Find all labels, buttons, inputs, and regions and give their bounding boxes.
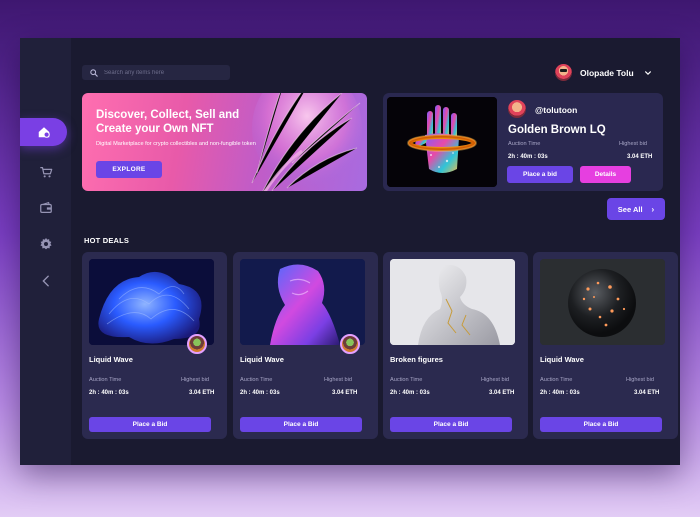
nft-name: Liquid Wave — [540, 355, 584, 364]
featured-title: Golden Brown LQ — [508, 124, 606, 136]
auction-time-label: Auction Time — [89, 377, 122, 383]
nft-name: Broken figures — [390, 355, 443, 364]
featured-nft-card: @tolutoon Golden Brown LQ Auction Time H… — [383, 93, 663, 191]
highest-bid-label: Highest bid — [619, 141, 647, 147]
auction-time-value: 2h : 40m : 03s — [390, 390, 430, 396]
nft-image — [390, 259, 515, 345]
gear-icon — [39, 237, 52, 250]
auction-time-value: 2h : 40m : 03s — [508, 154, 548, 160]
nft-card[interactable]: Liquid Wave Auction Time Highest bid 2h … — [233, 252, 378, 439]
explore-button[interactable]: EXPLORE — [96, 161, 162, 178]
auction-time-value: 2h : 40m : 03s — [540, 390, 580, 396]
user-name: Olopade Tolu — [580, 67, 634, 78]
auction-time-label: Auction Time — [540, 377, 573, 383]
highest-bid-value: 3.04 ETH — [189, 390, 215, 396]
nft-name: Liquid Wave — [240, 355, 284, 364]
wallet-icon — [39, 201, 52, 213]
highest-bid-label: Highest bid — [626, 377, 654, 383]
nft-image — [240, 259, 365, 345]
creator-handle: @tolutoon — [535, 105, 578, 115]
auction-time-value: 2h : 40m : 03s — [240, 390, 280, 396]
hot-deals-heading: HOT DEALS — [84, 236, 130, 245]
chevron-left-icon — [41, 275, 49, 287]
creator-avatar — [508, 100, 526, 118]
owner-avatar — [340, 334, 360, 354]
details-button[interactable]: Details — [580, 166, 631, 183]
sidebar-item-wallet[interactable] — [20, 194, 71, 222]
place-bid-button[interactable]: Place a Bid — [89, 417, 211, 432]
highest-bid-label: Highest bid — [181, 377, 209, 383]
see-all-label: See All — [617, 204, 643, 214]
place-bid-button[interactable]: Place a bid — [507, 166, 573, 183]
highest-bid-value: 3.04 ETH — [332, 390, 358, 396]
nft-card[interactable]: Liquid Wave Auction Time Highest bid 2h … — [533, 252, 678, 439]
see-all-button[interactable]: See All › — [607, 198, 665, 220]
sidebar-collapse-button[interactable] — [20, 267, 71, 295]
auction-time-label: Auction Time — [240, 377, 273, 383]
app-window: Olopade Tolu Discover, Collect, Sell and… — [20, 38, 680, 465]
chevron-down-icon — [644, 70, 651, 75]
auction-time-label: Auction Time — [390, 377, 423, 383]
chevron-right-icon: › — [651, 204, 655, 214]
home-icon — [38, 127, 50, 138]
highest-bid-value: 3.04 ETH — [627, 154, 653, 160]
sidebar-item-home[interactable] — [20, 118, 67, 146]
nft-image — [540, 259, 665, 345]
user-avatar — [555, 64, 572, 81]
auction-time-label: Auction Time — [508, 141, 541, 147]
nft-card[interactable]: Broken figures Auction Time Highest bid … — [383, 252, 528, 439]
featured-nft-image — [387, 97, 497, 187]
hero-banner: Discover, Collect, Sell and Create your … — [82, 93, 367, 191]
auction-time-value: 2h : 40m : 03s — [89, 390, 129, 396]
owner-avatar — [187, 334, 207, 354]
nft-card[interactable]: Liquid Wave Auction Time Highest bid 2h … — [82, 252, 227, 439]
nft-image — [89, 259, 214, 345]
sidebar-item-cart[interactable] — [20, 158, 71, 186]
search-bar — [82, 65, 230, 80]
hero-title: Discover, Collect, Sell and Create your … — [96, 109, 240, 135]
highest-bid-value: 3.04 ETH — [489, 390, 515, 396]
sidebar-item-settings[interactable] — [20, 230, 71, 258]
place-bid-button[interactable]: Place a Bid — [390, 417, 512, 432]
place-bid-button[interactable]: Place a Bid — [240, 417, 362, 432]
nft-name: Liquid Wave — [89, 355, 133, 364]
sidebar — [20, 38, 71, 465]
search-icon — [90, 68, 98, 77]
highest-bid-label: Highest bid — [481, 377, 509, 383]
highest-bid-value: 3.04 ETH — [634, 390, 660, 396]
place-bid-button[interactable]: Place a Bid — [540, 417, 662, 432]
search-input[interactable] — [104, 69, 224, 76]
hero-subtitle: Digital Marketplace for crypto collectib… — [96, 141, 256, 147]
highest-bid-label: Highest bid — [324, 377, 352, 383]
cart-icon — [39, 167, 52, 178]
user-menu[interactable]: Olopade Tolu — [555, 64, 652, 81]
